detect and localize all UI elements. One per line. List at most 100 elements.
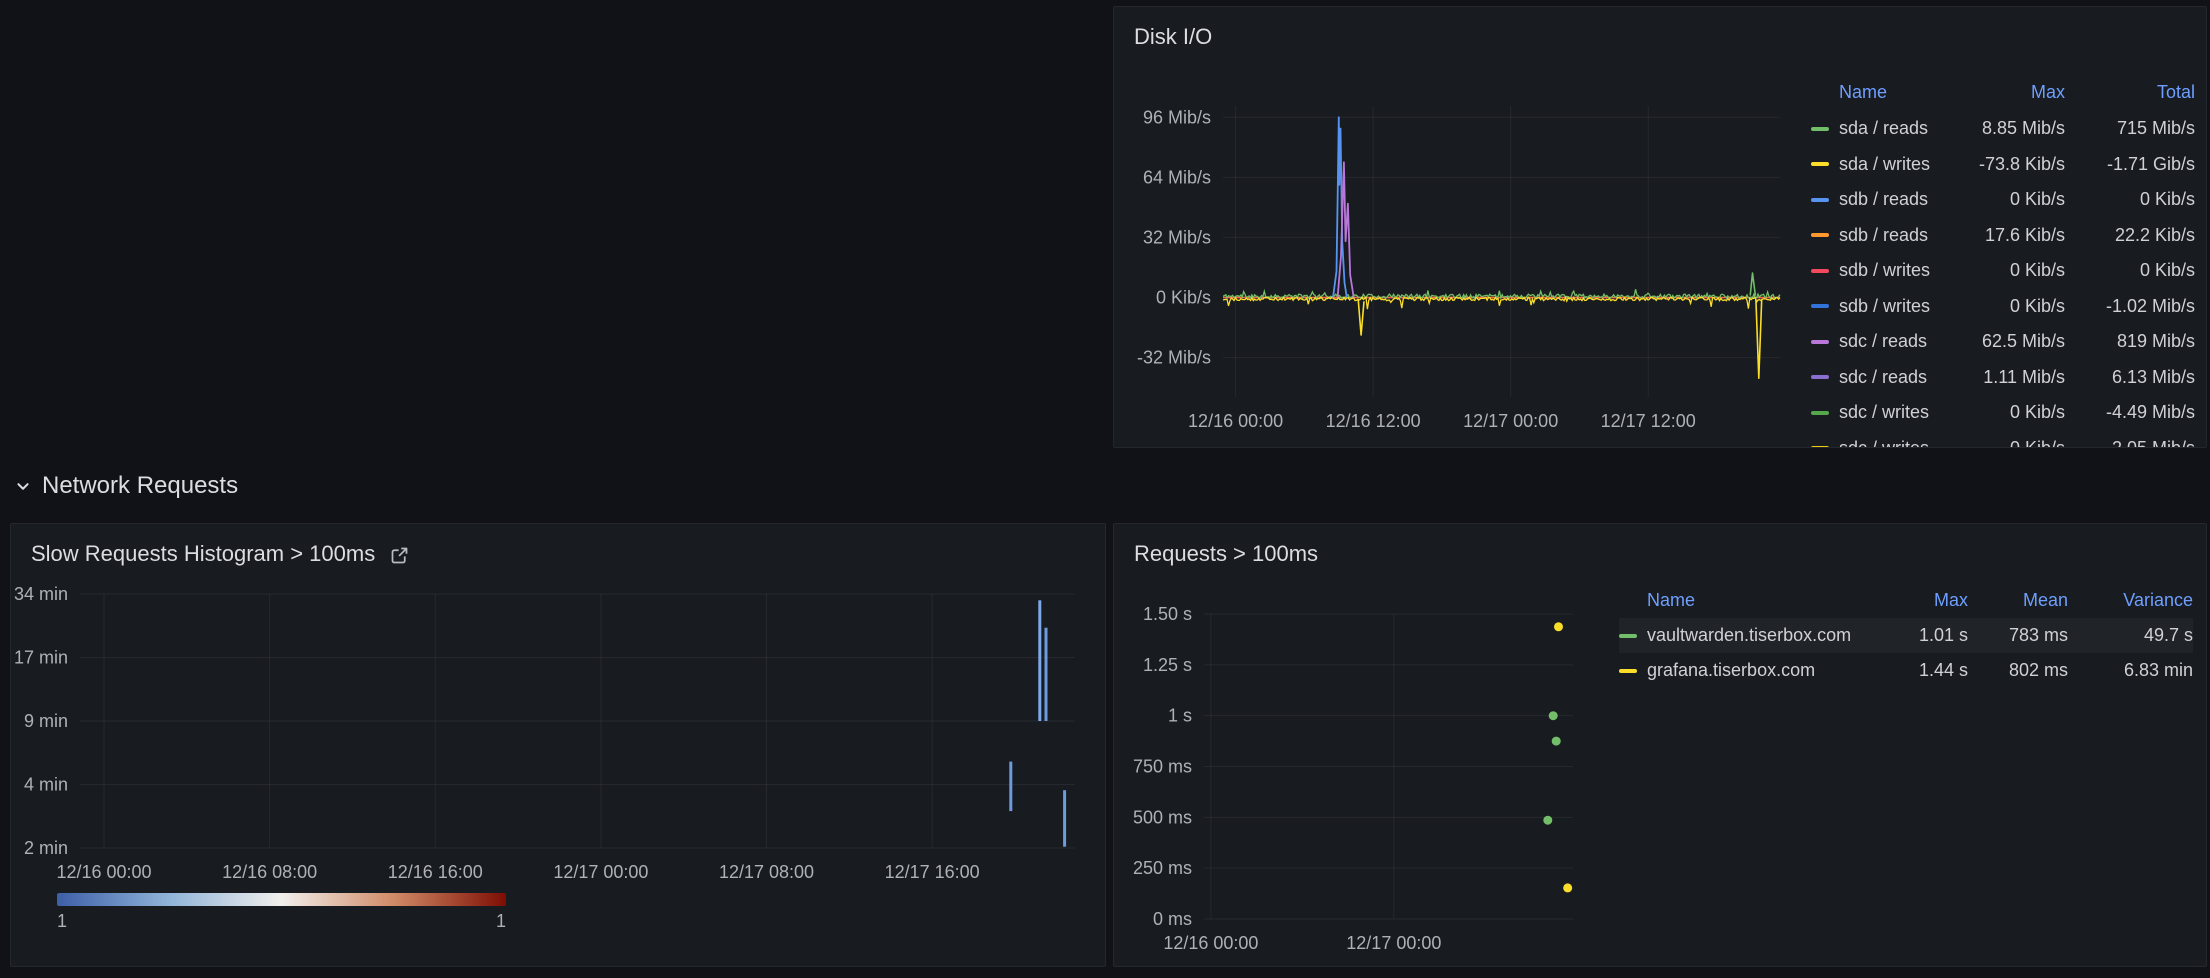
series-name[interactable]: sda / reads: [1839, 118, 1953, 139]
legend-row: grafana.tiserbox.com 1.44 s 802 ms 6.83 …: [1619, 653, 2193, 688]
disk-io-chart[interactable]: 96 Mib/s64 Mib/s32 Mib/s0 Kib/s-32 Mib/s…: [1114, 7, 1814, 448]
series-color-icon[interactable]: [1811, 446, 1829, 448]
panel-title-disk-io[interactable]: Disk I/O: [1114, 7, 2206, 53]
x-axis-label: 12/17 08:00: [719, 862, 814, 882]
heatmap-colorbar-wrap: 1 1: [57, 893, 506, 932]
series-max: 0 Kib/s: [1953, 402, 2065, 423]
panel-title-text: Slow Requests Histogram > 100ms: [31, 541, 375, 567]
series-name[interactable]: sda / writes: [1839, 154, 1953, 175]
x-axis-label: 12/17 00:00: [553, 862, 648, 882]
legend-row: sda / writes -73.8 Kib/s -1.71 Gib/s: [1811, 147, 2195, 183]
external-link-icon[interactable]: [389, 545, 410, 566]
legend-col-name[interactable]: Name: [1839, 82, 1953, 103]
section-network-requests[interactable]: Network Requests: [12, 472, 238, 500]
series-name[interactable]: sdb / reads: [1839, 189, 1953, 210]
series-name[interactable]: sdc / reads: [1839, 331, 1953, 352]
series-color-icon[interactable]: [1811, 127, 1829, 131]
series-mean: 783 ms: [1968, 625, 2068, 646]
grafana-dashboard: Disk I/O 96 Mib/s64 Mib/s32 Mib/s0 Kib/s…: [0, 0, 2210, 978]
panel-disk-io: Disk I/O 96 Mib/s64 Mib/s32 Mib/s0 Kib/s…: [1113, 6, 2207, 448]
section-title: Network Requests: [42, 472, 238, 500]
legend-row: sdc / writes 0 Kib/s -4.49 Mib/s: [1811, 395, 2195, 431]
y-axis-label: 34 min: [14, 584, 68, 604]
series-max: 8.85 Mib/s: [1953, 118, 2065, 139]
scatter-point: [1549, 711, 1558, 720]
legend-col-name[interactable]: Name: [1647, 590, 1873, 611]
scatter-point: [1554, 622, 1563, 631]
series-color-icon[interactable]: [1811, 304, 1829, 308]
series-max: 0 Kib/s: [1953, 189, 2065, 210]
series-total: -1.71 Gib/s: [2065, 154, 2195, 175]
scatter-point: [1563, 883, 1572, 892]
series-total: 715 Mib/s: [2065, 118, 2195, 139]
panel-requests-over-100ms: Requests > 100ms 1.50 s1.25 s1 s750 ms50…: [1113, 523, 2207, 967]
series-color-icon[interactable]: [1811, 340, 1829, 344]
heatmap-cell: [1038, 600, 1041, 721]
series-total: -2.05 Mib/s: [2065, 438, 2195, 448]
legend-col-total[interactable]: Total: [2065, 82, 2195, 103]
series-name[interactable]: grafana.tiserbox.com: [1647, 660, 1873, 681]
series-max: 1.11 Mib/s: [1953, 367, 2065, 388]
legend-col-mean[interactable]: Mean: [1968, 590, 2068, 611]
series-name[interactable]: sdc / reads: [1839, 367, 1953, 388]
heatmap-cell: [1009, 762, 1012, 812]
series-name[interactable]: sdb / reads: [1839, 225, 1953, 246]
series-color-icon[interactable]: [1619, 634, 1637, 638]
colorbar-max-label: 1: [496, 911, 506, 932]
series-color-icon[interactable]: [1811, 162, 1829, 166]
x-axis-label: 12/17 12:00: [1601, 411, 1696, 431]
heatmap-colorbar: [57, 893, 506, 906]
series-max: 0 Kib/s: [1953, 438, 2065, 448]
series-max: 1.44 s: [1873, 660, 1968, 681]
series-max: 0 Kib/s: [1953, 296, 2065, 317]
series-name[interactable]: sdc / writes: [1839, 438, 1953, 448]
legend-row: sda / reads 8.85 Mib/s 715 Mib/s: [1811, 111, 2195, 147]
series-line: [1756, 299, 1762, 378]
legend-col-max[interactable]: Max: [1873, 590, 1968, 611]
series-line: [1358, 299, 1364, 335]
x-axis-label: 12/16 00:00: [1188, 411, 1283, 431]
y-axis-label: 17 min: [14, 648, 68, 668]
panel-slow-requests-histogram: Slow Requests Histogram > 100ms 34 min 17…: [10, 523, 1106, 967]
panel-title-text: Requests > 100ms: [1134, 541, 1318, 567]
legend-header-row: Name Max Mean Variance: [1619, 583, 2193, 618]
y-axis-label: 0 Kib/s: [1156, 287, 1211, 307]
series-max: -73.8 Kib/s: [1953, 154, 2065, 175]
panel-title-requests[interactable]: Requests > 100ms: [1114, 524, 2206, 570]
series-total: -1.02 Mib/s: [2065, 296, 2195, 317]
legend-row: sdb / reads 0 Kib/s 0 Kib/s: [1811, 182, 2195, 218]
heatmap-cell: [1063, 790, 1066, 847]
y-axis-label: 500 ms: [1133, 807, 1192, 827]
series-color-icon[interactable]: [1811, 411, 1829, 415]
x-axis-label: 12/16 00:00: [1163, 933, 1258, 953]
legend-col-max[interactable]: Max: [1953, 82, 2065, 103]
series-color-icon[interactable]: [1811, 198, 1829, 202]
scatter-point: [1552, 737, 1561, 746]
series-color-icon[interactable]: [1811, 233, 1829, 237]
series-color-icon[interactable]: [1811, 375, 1829, 379]
panel-title-slow-requests[interactable]: Slow Requests Histogram > 100ms: [11, 524, 1105, 570]
y-axis-label: 1 s: [1168, 706, 1192, 726]
series-name[interactable]: sdc / writes: [1839, 402, 1953, 423]
y-axis-label: 32 Mib/s: [1143, 227, 1211, 247]
x-axis-label: 12/16 00:00: [56, 862, 151, 882]
legend-row: sdb / writes 0 Kib/s 0 Kib/s: [1811, 253, 2195, 289]
disk-io-legend: Name Max Total sda / reads 8.85 Mib/s 71…: [1811, 73, 2195, 448]
series-color-icon[interactable]: [1619, 669, 1637, 673]
series-name[interactable]: vaultwarden.tiserbox.com: [1647, 625, 1873, 646]
legend-col-variance[interactable]: Variance: [2068, 590, 2193, 611]
requests-scatter-chart[interactable]: 1.50 s1.25 s1 s750 ms500 ms250 ms0 ms12/…: [1114, 524, 1634, 967]
series-max: 0 Kib/s: [1953, 260, 2065, 281]
series-name[interactable]: sdb / writes: [1839, 296, 1953, 317]
slow-requests-heatmap[interactable]: 34 min17 min9 min4 min2 min12/16 00:0012…: [11, 524, 1105, 924]
x-axis-label: 12/16 16:00: [388, 862, 483, 882]
colorbar-min-label: 1: [57, 911, 67, 932]
series-color-icon[interactable]: [1811, 269, 1829, 273]
x-axis-label: 12/17 00:00: [1346, 933, 1441, 953]
legend-row: sdb / reads 17.6 Kib/s 22.2 Kib/s: [1811, 218, 2195, 254]
chevron-down-icon: [12, 475, 34, 497]
series-name[interactable]: sdb / writes: [1839, 260, 1953, 281]
legend-row: sdb / writes 0 Kib/s -1.02 Mib/s: [1811, 289, 2195, 325]
series-max: 17.6 Kib/s: [1953, 225, 2065, 246]
series-total: 22.2 Kib/s: [2065, 225, 2195, 246]
